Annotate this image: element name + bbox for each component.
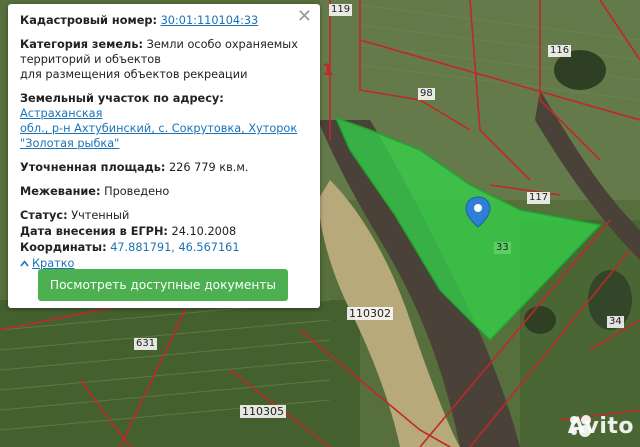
land-category-value-3: для размещения объектов рекреации bbox=[20, 68, 248, 81]
registry-date-row: Дата внесения в ЕГРН: 24.10.2008 bbox=[20, 224, 308, 239]
parcel-label-34: 34 bbox=[607, 316, 624, 328]
status-row: Статус: Учтенный bbox=[20, 208, 308, 223]
land-category-row: Категория земель: Земли особо охраняемых… bbox=[20, 37, 308, 82]
view-documents-button[interactable]: Посмотреть доступные документы bbox=[38, 269, 288, 301]
cadastral-number-link[interactable]: 30:01:110104:33 bbox=[161, 14, 259, 27]
address-link-1[interactable]: Астраханская bbox=[20, 107, 102, 120]
coordinates-label: Координаты: bbox=[20, 241, 107, 254]
area-value: 226 779 кв.м. bbox=[169, 161, 249, 174]
close-icon[interactable]: ✕ bbox=[297, 7, 312, 27]
parcel-label-33: 33 bbox=[494, 242, 511, 254]
coordinates-value[interactable]: 47.881791, 46.567161 bbox=[110, 241, 239, 254]
chevron-up-icon bbox=[20, 260, 29, 267]
block-label-110305: 110305 bbox=[240, 405, 286, 418]
cadastral-number-label: Кадастровый номер: bbox=[20, 14, 157, 27]
parcel-label-117: 117 bbox=[527, 192, 551, 204]
address-row: Земельный участок по адресу: Астраханска… bbox=[20, 91, 308, 151]
parcel-info-popup: ✕ Кадастровый номер: 30:01:110104:33 Кат… bbox=[8, 4, 320, 308]
address-link-3[interactable]: "Золотая рыбка" bbox=[20, 137, 119, 150]
survey-label: Межевание: bbox=[20, 185, 101, 198]
survey-row: Межевание: Проведено bbox=[20, 184, 308, 199]
address-link-2[interactable]: обл., р-н Ахтубинский, с. Сокрутовка, Ху… bbox=[20, 122, 297, 135]
region-label: 1 bbox=[322, 60, 334, 79]
address-label: Земельный участок по адресу: bbox=[20, 92, 224, 105]
cadastral-number-row: Кадастровый номер: 30:01:110104:33 bbox=[20, 13, 308, 28]
avito-logo-icon bbox=[569, 415, 591, 437]
avito-watermark: Avito bbox=[568, 414, 634, 439]
land-category-value-1: Земли особо охраняемых bbox=[146, 38, 298, 51]
parcel-label-631: 631 bbox=[134, 338, 158, 350]
area-label: Уточненная площадь: bbox=[20, 161, 166, 174]
land-category-label: Категория земель: bbox=[20, 38, 143, 51]
parcel-label-116: 116 bbox=[548, 45, 572, 57]
parcel-label-98: 98 bbox=[418, 88, 435, 100]
status-label: Статус: bbox=[20, 209, 68, 222]
registry-date-label: Дата внесения в ЕГРН: bbox=[20, 225, 168, 238]
status-value: Учтенный bbox=[71, 209, 130, 222]
coordinates-row: Координаты: 47.881791, 46.567161 bbox=[20, 240, 308, 255]
registry-date-value: 24.10.2008 bbox=[171, 225, 237, 238]
land-category-value-2: территорий и объектов bbox=[20, 53, 161, 66]
area-row: Уточненная площадь: 226 779 кв.м. bbox=[20, 160, 308, 175]
survey-value: Проведено bbox=[104, 185, 170, 198]
block-label-110302: 110302 bbox=[347, 307, 393, 320]
dark-spot bbox=[524, 306, 556, 334]
parcel-label-119: 119 bbox=[329, 4, 353, 16]
